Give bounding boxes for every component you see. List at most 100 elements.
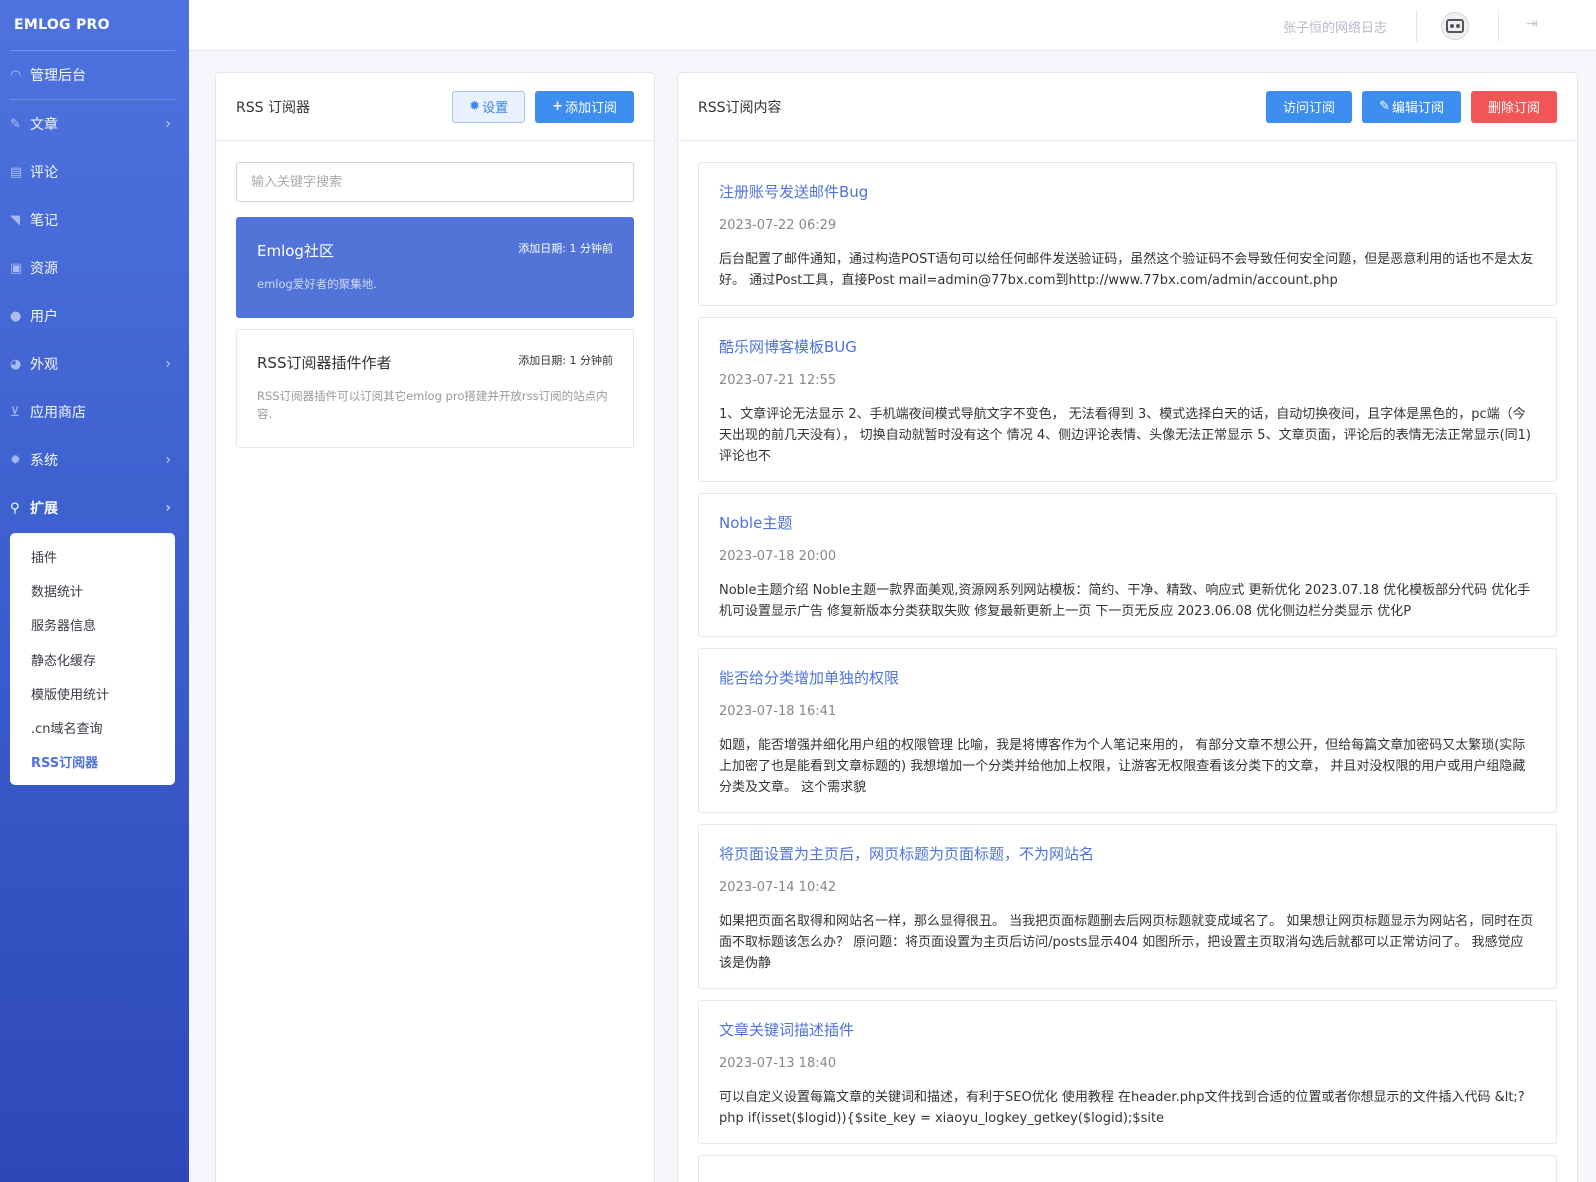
submenu-item-template-stats[interactable]: 模版使用统计 (10, 676, 175, 710)
pencil-icon: ✎ (10, 116, 21, 132)
submenu-item-rss-reader[interactable]: RSS订阅器 (10, 745, 175, 779)
article-title-link[interactable]: 将页面设置为主页后，网页标题为页面标题，不为网站名 (719, 843, 1536, 864)
delete-feed-button-label: 删除订阅 (1487, 101, 1540, 116)
article-card: 将页面设置为主页后，网页标题为页面标题，不为网站名 2023-07-14 10:… (698, 824, 1557, 989)
article-excerpt: 后台配置了邮件通知，通过构造POST语句可以给任何邮件发送验证码，虽然这个验证码… (719, 252, 1534, 288)
article-title-link[interactable]: 文章关键词描述插件 (719, 1019, 1536, 1040)
topbar: 张子恒的网络日志 ⇥ (189, 0, 1596, 51)
feed-date: 添加日期: 1 分钟前 (518, 354, 613, 367)
article-date: 2023-07-18 20:00 (719, 549, 837, 564)
feed-description: emlog爱好者的聚集地. (257, 277, 377, 291)
search-input[interactable] (236, 162, 634, 202)
sidebar-item-comments[interactable]: ▤ 评论 (0, 148, 189, 196)
divider (1498, 10, 1499, 42)
article-excerpt: 1、文章评论无法显示 2、手机端夜间模式导航文字不变色， 无法看得到 3、模式选… (719, 407, 1531, 464)
visit-feed-button[interactable]: 访问订阅 (1266, 90, 1353, 123)
gear-icon: ✹ (469, 99, 481, 114)
sidebar-item-dashboard[interactable]: ◠ 管理后台 (0, 51, 189, 99)
article-excerpt: Noble主题介绍 Noble主题一款界面美观,资源网系列网站模板：简约、干净、… (719, 583, 1531, 619)
divider (1416, 10, 1417, 42)
dashboard-icon: ◠ (10, 67, 22, 83)
sidebar-item-label: 文章 (30, 117, 58, 133)
submenu-item-static-cache[interactable]: 静态化缓存 (10, 642, 175, 676)
article-date: 2023-07-13 18:40 (719, 1056, 837, 1071)
article-excerpt: 可以自定义设置每篇文章的关键词和描述，有利于SEO优化 使用教程 在header… (719, 1090, 1525, 1126)
panel-header: RSS订阅内容 访问订阅 ✎ 编辑订阅 删除订阅 (678, 73, 1577, 141)
feed-date: 添加日期: 1 分钟前 (518, 242, 613, 255)
article-excerpt: 如题，能否增强并细化用户组的权限管理 比喻，我是将博客作为个人笔记来用的， 有部… (719, 738, 1526, 795)
sidebar-item-label: 管理后台 (30, 68, 86, 84)
article-date: 2023-07-22 06:29 (719, 218, 837, 233)
sidebar-item-label: 扩展 (30, 501, 58, 517)
cart-icon: ⊻ (10, 404, 20, 420)
delete-feed-button[interactable]: 删除订阅 (1470, 90, 1557, 123)
brand-logo[interactable]: EMLOG PRO (0, 0, 189, 50)
settings-button[interactable]: ✹ 设置 (452, 90, 526, 123)
robot-avatar-icon (1446, 19, 1464, 33)
submenu-item-stats[interactable]: 数据统计 (10, 573, 175, 607)
chevron-right-icon: › (165, 116, 171, 132)
sidebar-item-label: 系统 (30, 453, 58, 469)
sidebar-item-label: 评论 (30, 165, 58, 181)
article-date: 2023-07-14 10:42 (719, 880, 837, 895)
article-card: 酷乐网博客模板BUG 2023-07-21 12:55 1、文章评论无法显示 2… (698, 317, 1557, 482)
edit-feed-button[interactable]: ✎ 编辑订阅 (1362, 90, 1461, 123)
settings-button-label: 设置 (482, 101, 509, 116)
article-title-link[interactable]: 能否给分类增加单独的权限 (719, 667, 1536, 688)
article-excerpt: 如果把页面名取得和网站名一样，那么显得很丑。 当我把页面标题删去后网页标题就变成… (719, 914, 1534, 971)
submenu-item-plugins[interactable]: 插件 (10, 539, 175, 573)
sidebar-item-label: 用户 (30, 309, 58, 325)
chevron-right-icon: › (165, 356, 171, 372)
chevron-right-icon: › (165, 500, 171, 516)
sidebar-item-appearance[interactable]: ◕ 外观 › (0, 340, 189, 388)
sidebar-item-users[interactable]: ● 用户 (0, 292, 189, 340)
panel-header: RSS 订阅器 ✹ 设置 + 添加订阅 (216, 73, 654, 141)
pencil-icon: ✎ (1379, 99, 1390, 114)
sidebar-item-system[interactable]: ✹ 系统 › (0, 436, 189, 484)
site-name-link[interactable]: 张子恒的网络日志 (1283, 17, 1387, 36)
palette-icon: ◕ (10, 356, 22, 372)
article-card: Noble主题 2023-07-18 20:00 Noble主题介绍 Noble… (698, 493, 1557, 637)
sidebar-item-extensions[interactable]: ⚲ 扩展 › (0, 484, 189, 532)
sidebar-item-store[interactable]: ⊻ 应用商店 (0, 388, 189, 436)
feed-card[interactable]: Emlog社区 添加日期: 1 分钟前 emlog爱好者的聚集地. (236, 217, 634, 318)
logout-icon[interactable]: ⇥ (1526, 16, 1538, 32)
sidebar-item-articles[interactable]: ✎ 文章 › (0, 100, 189, 148)
image-icon: ▣ (10, 260, 23, 276)
sidebar-item-label: 资源 (30, 261, 58, 277)
plus-icon: + (552, 99, 563, 114)
article-card: 文章关键词描述插件 2023-07-13 18:40 可以自定义设置每篇文章的关… (698, 1000, 1557, 1144)
extensions-submenu: 插件 数据统计 服务器信息 静态化缓存 模版使用统计 .cn域名查询 RSS订阅… (10, 533, 175, 786)
gear-icon: ✹ (10, 452, 21, 468)
visit-feed-button-label: 访问订阅 (1283, 101, 1336, 116)
note-icon: ◥ (10, 212, 20, 228)
feed-description: RSS订阅器插件可以订阅其它emlog pro搭建并开放rss订阅的站点内容. (257, 389, 608, 421)
article-title-link[interactable]: 注册账号发送邮件Bug (719, 181, 1536, 202)
add-feed-button[interactable]: + 添加订阅 (535, 90, 634, 123)
submenu-item-cn-domain[interactable]: .cn域名查询 (10, 710, 175, 744)
avatar[interactable] (1441, 12, 1469, 40)
rss-feeds-panel: RSS 订阅器 ✹ 设置 + 添加订阅 Emlog社区 添加日期: 1 分钟前 … (215, 72, 655, 1182)
rss-content-panel: RSS订阅内容 访问订阅 ✎ 编辑订阅 删除订阅 注册账号发送邮件Bug 202… (677, 72, 1578, 1182)
sidebar-item-notes[interactable]: ◥ 笔记 (0, 196, 189, 244)
user-icon: ● (10, 308, 22, 324)
sidebar-item-label: 外观 (30, 357, 58, 373)
feed-card[interactable]: RSS订阅器插件作者 添加日期: 1 分钟前 RSS订阅器插件可以订阅其它eml… (236, 329, 634, 448)
article-date: 2023-07-21 12:55 (719, 373, 837, 388)
article-card: 注册账号发送邮件Bug 2023-07-22 06:29 后台配置了邮件通知，通… (698, 162, 1557, 306)
article-title-link[interactable]: Noble主题 (719, 512, 1536, 533)
sidebar-item-label: 应用商店 (30, 405, 86, 421)
sidebar-item-media[interactable]: ▣ 资源 (0, 244, 189, 292)
comment-icon: ▤ (10, 164, 23, 180)
submenu-item-server-info[interactable]: 服务器信息 (10, 608, 175, 642)
add-feed-button-label: 添加订阅 (564, 101, 617, 116)
panel-title: RSS 订阅器 (236, 99, 310, 116)
sidebar: EMLOG PRO ◠ 管理后台 ✎ 文章 › ▤ 评论 ◥ 笔记 ▣ 资源 ●… (0, 0, 189, 1182)
article-title-link[interactable]: 酷乐网博客模板BUG (719, 336, 1536, 357)
edit-feed-button-label: 编辑订阅 (1391, 101, 1444, 116)
sidebar-item-label: 笔记 (30, 213, 58, 229)
plug-icon: ⚲ (10, 500, 20, 516)
article-card (698, 1155, 1557, 1182)
chevron-right-icon: › (165, 452, 171, 468)
article-card: 能否给分类增加单独的权限 2023-07-18 16:41 如题，能否增强并细化… (698, 648, 1557, 813)
